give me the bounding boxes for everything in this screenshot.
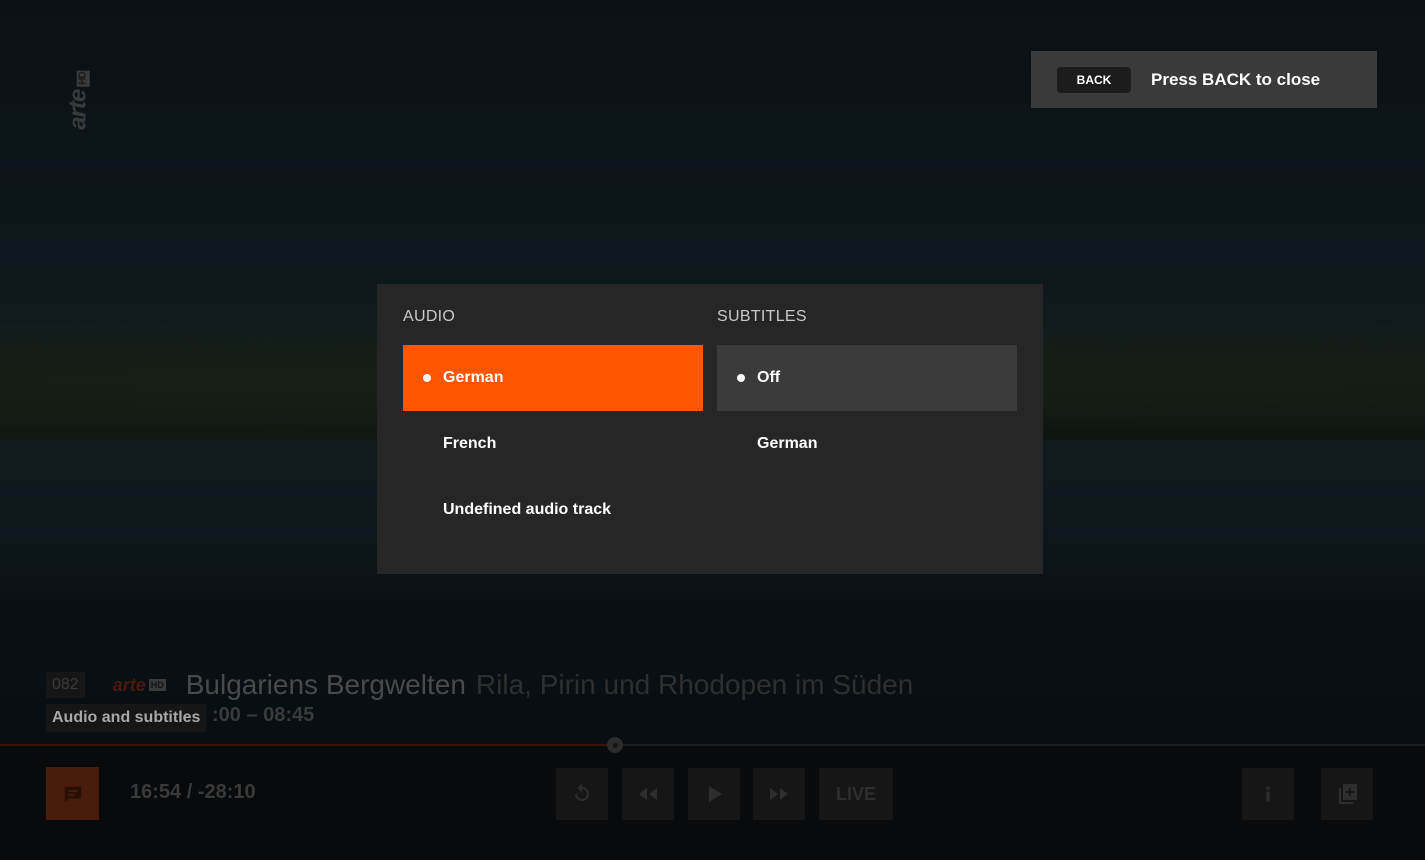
program-info: 082 arte HD Bulgariens Bergwelten Rila, P… bbox=[46, 668, 913, 702]
audio-option-german[interactable]: German bbox=[403, 345, 703, 411]
program-subtitle: Rila, Pirin und Rhodopen im Süden bbox=[475, 669, 914, 700]
replay-button[interactable] bbox=[556, 768, 608, 820]
option-label: German bbox=[757, 435, 818, 452]
rewind-button[interactable] bbox=[622, 768, 674, 820]
play-button[interactable] bbox=[688, 768, 740, 820]
info-button[interactable] bbox=[1242, 768, 1294, 820]
info-icon bbox=[1266, 786, 1270, 802]
audio-option-undefined[interactable]: Undefined audio track bbox=[403, 477, 703, 543]
selected-dot-icon bbox=[737, 374, 745, 382]
progress-fill bbox=[0, 744, 615, 746]
progress-bar[interactable] bbox=[0, 744, 1425, 746]
audio-option-french[interactable]: French bbox=[403, 411, 703, 477]
channel-number: 082 bbox=[46, 672, 85, 698]
subtitles-button[interactable] bbox=[46, 767, 99, 820]
program-title: Bulgariens Bergwelten bbox=[185, 669, 466, 700]
subtitle-option-off[interactable]: Off bbox=[717, 345, 1017, 411]
rewind-icon bbox=[639, 788, 657, 800]
replay-icon bbox=[575, 784, 589, 801]
option-label: German bbox=[443, 369, 504, 386]
add-to-list-icon bbox=[1339, 784, 1357, 804]
option-label: Undefined audio track bbox=[443, 501, 612, 518]
channel-watermark-logo: arteHD bbox=[65, 70, 93, 130]
play-icon bbox=[709, 786, 722, 802]
back-key-badge: BACK bbox=[1057, 66, 1131, 93]
playback-time: 16:54 / -28:10 bbox=[130, 781, 256, 803]
subtitle-option-german[interactable]: German bbox=[717, 411, 1017, 477]
tooltip: Audio and subtitles bbox=[46, 704, 207, 732]
subtitles-icon bbox=[64, 786, 81, 802]
option-label: French bbox=[443, 435, 497, 452]
add-to-list-button[interactable] bbox=[1321, 768, 1373, 820]
program-time-range: :00 – 08:45 bbox=[212, 704, 315, 726]
channel-logo: arte HD bbox=[112, 674, 166, 695]
live-button[interactable]: LIVE bbox=[819, 768, 893, 820]
option-label: Off bbox=[757, 369, 781, 386]
back-hint: BACK Press BACK to close bbox=[1031, 51, 1377, 108]
fast-forward-button[interactable] bbox=[753, 768, 805, 820]
back-hint-text: Press BACK to close bbox=[1151, 69, 1321, 89]
fast-forward-icon bbox=[770, 788, 788, 800]
progress-knob[interactable] bbox=[607, 737, 623, 753]
subtitles-title: SUBTITLES bbox=[717, 308, 807, 325]
selected-dot-icon bbox=[423, 374, 431, 382]
audio-title: AUDIO bbox=[403, 308, 456, 325]
audio-subtitles-dialog: AUDIO German French Undefined audio trac… bbox=[377, 284, 1043, 574]
